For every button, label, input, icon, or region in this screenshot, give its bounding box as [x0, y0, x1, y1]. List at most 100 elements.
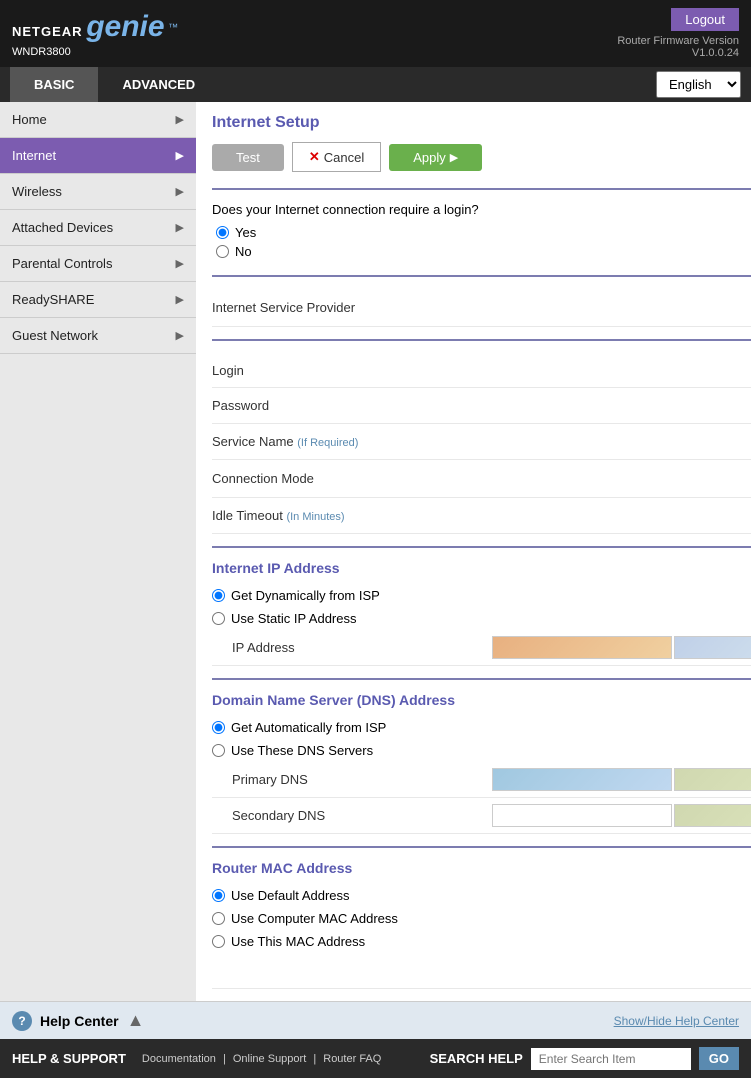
sidebar-guest-label: Guest Network	[12, 328, 98, 343]
idle-timeout-control[interactable]	[492, 504, 751, 527]
isp-label: Internet Service Provider	[212, 300, 492, 315]
sidebar-attached-label: Attached Devices	[12, 220, 113, 235]
ip-static-radio[interactable]	[212, 612, 225, 625]
sidebar-readyshare-label: ReadySHARE	[12, 292, 94, 307]
expand-icon[interactable]: ▲	[127, 1010, 145, 1031]
footer-search: SEARCH HELP GO	[430, 1047, 739, 1070]
chevron-right-icon: ▶	[176, 293, 184, 306]
ip-dynamic-radio[interactable]	[212, 589, 225, 602]
go-button[interactable]: GO	[699, 1047, 739, 1070]
secondary-dns-control[interactable]	[492, 804, 751, 827]
mac-default-option[interactable]: Use Default Address	[212, 884, 751, 907]
documentation-link[interactable]: Documentation	[142, 1053, 216, 1065]
logout-button[interactable]: Logout	[671, 8, 739, 31]
help-center-title: Help Center	[40, 1013, 119, 1029]
sidebar-internet-label: Internet	[12, 148, 56, 163]
sidebar-item-guest-network[interactable]: Guest Network ▶	[0, 318, 196, 354]
login-question: Does your Internet connection require a …	[212, 202, 751, 217]
login-no-radio[interactable]	[216, 245, 229, 258]
dns-auto-radio[interactable]	[212, 721, 225, 734]
ip-address-fields	[492, 636, 751, 659]
dns-auto-option[interactable]: Get Automatically from ISP	[212, 716, 751, 739]
trademark-symbol: ™	[168, 22, 178, 33]
mac-custom-option[interactable]: Use This MAC Address	[212, 930, 751, 953]
primary-dns-label: Primary DNS	[212, 772, 492, 787]
primary-dns-octet-1[interactable]	[492, 768, 672, 791]
primary-dns-octet-2[interactable]	[674, 768, 751, 791]
sidebar-item-parental-controls[interactable]: Parental Controls ▶	[0, 246, 196, 282]
ip-dynamic-label: Get Dynamically from ISP	[231, 588, 380, 603]
login-yes-option[interactable]: Yes	[216, 225, 751, 240]
ip-address-control[interactable]	[492, 636, 751, 659]
apply-button[interactable]: Apply ▶	[389, 144, 482, 171]
password-control[interactable]	[492, 394, 751, 417]
dns-manual-radio[interactable]	[212, 744, 225, 757]
test-button[interactable]: Test	[212, 144, 284, 171]
ip-octet-2[interactable]	[674, 636, 751, 659]
chevron-right-icon: ▶	[176, 329, 184, 342]
secondary-dns-octet-2[interactable]	[674, 804, 751, 827]
primary-dns-control[interactable]	[492, 768, 751, 791]
secondary-dns-row: Secondary DNS	[212, 798, 751, 834]
isp-control[interactable]: PPPoE PPTP L2TP	[492, 295, 751, 320]
login-label: Login	[212, 363, 492, 378]
sidebar-item-attached-devices[interactable]: Attached Devices ▶	[0, 210, 196, 246]
ip-static-option[interactable]: Use Static IP Address	[212, 607, 751, 630]
secondary-dns-octet-1[interactable]	[492, 804, 672, 827]
sidebar-item-home[interactable]: Home ▶	[0, 102, 196, 138]
online-support-link[interactable]: Online Support	[233, 1053, 306, 1065]
login-row: Login	[212, 353, 751, 388]
sidebar-item-internet[interactable]: Internet ▶	[0, 138, 196, 174]
sidebar-item-readyshare[interactable]: ReadySHARE ▶	[0, 282, 196, 318]
footer-links: Documentation | Online Support | Router …	[142, 1053, 381, 1065]
sidebar-item-wireless[interactable]: Wireless ▶	[0, 174, 196, 210]
connection-mode-control[interactable]: Always On Dial on Demand Manually Connec…	[492, 466, 751, 491]
password-label: Password	[212, 398, 492, 413]
dns-manual-label: Use These DNS Servers	[231, 743, 373, 758]
login-yes-radio[interactable]	[216, 226, 229, 239]
link-separator-2: |	[313, 1053, 319, 1065]
sidebar-home-label: Home	[12, 112, 47, 127]
cancel-button[interactable]: ✕ Cancel	[292, 142, 381, 172]
header-right: Logout Router Firmware Version V1.0.0.24	[617, 8, 739, 59]
show-hide-help-link[interactable]: Show/Hide Help Center	[614, 1014, 739, 1028]
sidebar-wireless-label: Wireless	[12, 184, 62, 199]
model-label: WNDR3800	[12, 46, 178, 58]
chevron-right-icon: ▶	[176, 149, 184, 162]
ip-static-label: Use Static IP Address	[231, 611, 357, 626]
service-name-row: Service Name (If Required)	[212, 424, 751, 460]
toolbar: Test ✕ Cancel Apply ▶	[212, 142, 751, 172]
mac-custom-radio[interactable]	[212, 935, 225, 948]
dns-manual-option[interactable]: Use These DNS Servers	[212, 739, 751, 762]
dns-auto-label: Get Automatically from ISP	[231, 720, 386, 735]
idle-timeout-label: Idle Timeout (In Minutes)	[212, 508, 492, 523]
chevron-right-icon: ▶	[176, 257, 184, 270]
sidebar-parental-label: Parental Controls	[12, 256, 112, 271]
connection-mode-label: Connection Mode	[212, 471, 492, 486]
secondary-dns-label: Secondary DNS	[212, 808, 492, 823]
footer: HELP & SUPPORT Documentation | Online Su…	[0, 1039, 751, 1078]
login-no-option[interactable]: No	[216, 244, 751, 259]
help-center-left: ? Help Center ▲	[12, 1010, 144, 1031]
tab-basic[interactable]: BASIC	[10, 67, 98, 102]
genie-logo: genie	[86, 10, 164, 43]
login-question-section: Does your Internet connection require a …	[212, 202, 751, 259]
service-name-control[interactable]	[492, 430, 751, 453]
ip-section-header: Internet IP Address	[212, 560, 751, 576]
language-selector[interactable]: English French Spanish German	[656, 71, 741, 98]
isp-row: Internet Service Provider PPPoE PPTP L2T…	[212, 289, 751, 327]
mac-computer-option[interactable]: Use Computer MAC Address	[212, 907, 751, 930]
mac-address-control[interactable]	[492, 959, 751, 982]
tab-advanced[interactable]: ADVANCED	[98, 67, 219, 102]
login-control[interactable]	[492, 359, 751, 381]
ip-dynamic-option[interactable]: Get Dynamically from ISP	[212, 584, 751, 607]
ip-octet-1[interactable]	[492, 636, 672, 659]
logo-area: NETGEAR genie ™ WNDR3800	[12, 10, 178, 58]
cancel-label: Cancel	[324, 150, 364, 165]
mac-default-radio[interactable]	[212, 889, 225, 902]
router-faq-link[interactable]: Router FAQ	[323, 1053, 381, 1065]
search-input[interactable]	[531, 1048, 691, 1070]
login-yes-label: Yes	[235, 225, 256, 240]
language-dropdown[interactable]: English French Spanish German	[656, 71, 741, 98]
mac-computer-radio[interactable]	[212, 912, 225, 925]
